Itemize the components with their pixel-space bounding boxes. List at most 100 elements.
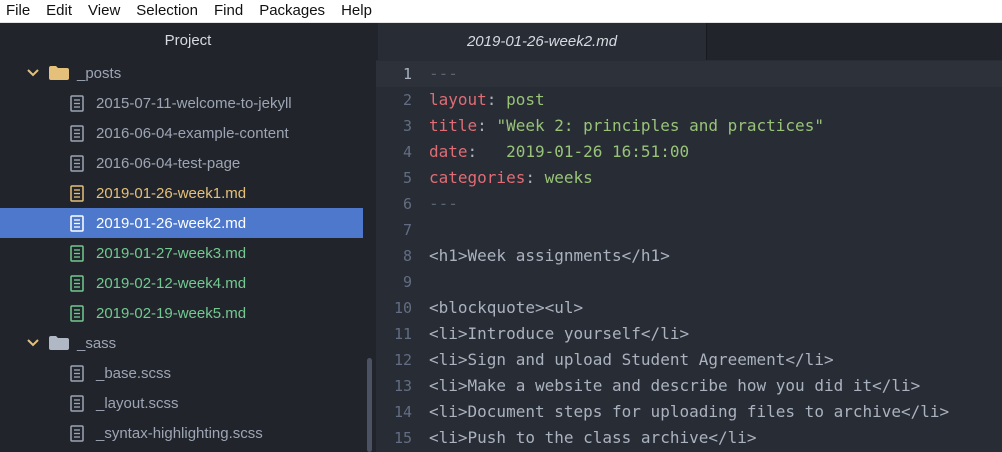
code-token: categories (429, 168, 526, 187)
tree-file[interactable]: 2019-01-27-week3.md (0, 238, 363, 268)
tree-file[interactable]: 2019-01-26-week1.md (0, 178, 363, 208)
line-number: 8 (402, 247, 412, 265)
line-text: <li>Push to the class archive</li> (429, 425, 757, 451)
line-number: 5 (402, 169, 412, 187)
menu-packages[interactable]: Packages (251, 0, 333, 22)
code-line[interactable]: 13 <li>Make a website and describe how yo… (376, 373, 1002, 399)
code-line[interactable]: 3 title: "Week 2: principles and practice… (376, 113, 1002, 139)
tree-item-label: 2016-06-04-example-content (96, 124, 289, 142)
tree-item-label: _sass (77, 334, 117, 352)
line-text: <li>Introduce yourself</li> (429, 321, 689, 347)
tree-file[interactable]: _layout.scss (0, 388, 363, 418)
menu-file[interactable]: File (0, 0, 38, 22)
code-token: date (429, 142, 468, 161)
code-token: "Week 2: principles and practices" (496, 116, 824, 135)
tree-file[interactable]: _syntax-highlighting.scss (0, 418, 363, 448)
tree-item-label: 2019-02-12-week4.md (96, 274, 247, 292)
line-number: 7 (402, 221, 412, 239)
chevron-down-icon[interactable] (27, 69, 41, 77)
code-line[interactable]: 12 <li>Sign and upload Student Agreement<… (376, 347, 1002, 373)
code-line[interactable]: 9 (376, 269, 1002, 295)
menu-find[interactable]: Find (206, 0, 251, 22)
code-token: : (525, 168, 545, 187)
code-token: <li>Sign and upload Student Agreement</l… (429, 350, 834, 369)
code-token: layout (429, 90, 487, 109)
code-token: <li>Document steps for uploading files t… (429, 402, 950, 421)
line-text: date: 2019-01-26 16:51:00 (429, 139, 689, 165)
line-text: <li>Make a website and describe how you … (429, 373, 920, 399)
menu-help[interactable]: Help (333, 0, 380, 22)
line-number: 14 (393, 403, 412, 421)
tree-view-header: Project (164, 32, 212, 49)
file-text-icon (70, 214, 84, 232)
code-token: : (486, 90, 507, 109)
folder-icon (49, 66, 69, 80)
line-number: 3 (402, 117, 412, 135)
code-line[interactable]: 10 <blockquote><ul> (376, 295, 1002, 321)
line-number: 11 (393, 325, 412, 343)
code-line[interactable]: 5 categories: weeks (376, 165, 1002, 191)
line-text: <li>Document steps for uploading files t… (429, 399, 949, 425)
tree-item-label: 2019-01-26-week2.md (96, 214, 247, 232)
text-editor[interactable]: 1 --- 2 layout: post 3 title: "Week 2: princi… (376, 61, 1002, 451)
code-line[interactable]: 14 <li>Document steps for uploading files… (376, 399, 1002, 425)
tree-file[interactable]: 2016-06-04-test-page (0, 148, 363, 178)
line-text: --- (429, 61, 458, 87)
tree-folder[interactable]: _sass (0, 328, 363, 358)
line-number: 15 (393, 429, 412, 447)
code-line[interactable]: 7 (376, 217, 1002, 243)
tree-scrollbar[interactable] (363, 23, 376, 452)
code-line[interactable]: 2 layout: post (376, 87, 1002, 113)
line-text: title: "Week 2: principles and practices… (429, 113, 824, 139)
tree-folder[interactable]: _posts (0, 58, 363, 88)
code-line[interactable]: 8 <h1>Week assignments</h1> (376, 243, 1002, 269)
line-number: 6 (402, 195, 412, 213)
code-token: weeks (544, 168, 593, 187)
line-number: 9 (402, 273, 412, 291)
tree-item-label: _syntax-highlighting.scss (96, 424, 263, 442)
tab-active-file[interactable]: 2019-01-26-week2.md (378, 23, 706, 60)
folder-icon (49, 336, 69, 350)
tree-scrollbar-thumb[interactable] (367, 358, 372, 452)
file-text-icon (70, 304, 84, 322)
tree-file[interactable]: 2015-07-11-welcome-to-jekyll (0, 88, 363, 118)
line-text: <h1>Week assignments</h1> (429, 243, 670, 269)
code-line[interactable]: 15 <li>Push to the class archive</li> (376, 425, 1002, 451)
line-text: --- (429, 191, 458, 217)
menu-bar: File Edit View Selection Find Packages H… (0, 0, 1002, 23)
tab-bar: 2019-01-26-week2.md (376, 23, 1002, 60)
tree-file[interactable]: 2019-02-19-week5.md (0, 298, 363, 328)
tree-file[interactable]: _base.scss (0, 358, 363, 388)
code-line[interactable]: 11 <li>Introduce yourself</li> (376, 321, 1002, 347)
file-text-icon (70, 124, 84, 142)
menu-edit[interactable]: Edit (38, 0, 80, 22)
line-number: 4 (402, 143, 412, 161)
editor-pane: 2019-01-26-week2.md 1 --- 2 layout: post 3 ti… (376, 23, 1002, 452)
code-token: <blockquote><ul> (429, 298, 584, 317)
file-text-icon (70, 274, 84, 292)
tree-item-label: 2019-01-27-week3.md (96, 244, 247, 262)
tree-item-label: 2016-06-04-test-page (96, 154, 241, 172)
code-line[interactable]: 6 --- (376, 191, 1002, 217)
code-line[interactable]: 1 --- (376, 61, 1002, 87)
code-token: --- (429, 64, 458, 83)
tree-item-label: 2019-02-19-week5.md (96, 304, 247, 322)
tree-file[interactable]: 2016-06-04-example-content (0, 118, 363, 148)
code-token: --- (429, 194, 458, 213)
tree-item-label: 2015-07-11-welcome-to-jekyll (96, 94, 292, 112)
menu-selection[interactable]: Selection (128, 0, 206, 22)
tree-file[interactable]: 2019-01-26-week2.md (0, 208, 363, 238)
line-number: 2 (402, 91, 412, 109)
tree-item-label: _layout.scss (96, 394, 179, 412)
code-line[interactable]: 4 date: 2019-01-26 16:51:00 (376, 139, 1002, 165)
menu-view[interactable]: View (80, 0, 128, 22)
chevron-down-icon[interactable] (27, 339, 41, 347)
code-token: <li>Push to the class archive</li> (429, 428, 757, 447)
tree-file[interactable]: 2019-02-12-week4.md (0, 268, 363, 298)
line-text: <li>Sign and upload Student Agreement</l… (429, 347, 834, 373)
line-number: 13 (393, 377, 412, 395)
code-token: <li>Make a website and describe how you … (429, 376, 921, 395)
file-text-icon (70, 424, 84, 442)
code-token: title (429, 116, 478, 135)
line-number: 1 (402, 65, 412, 83)
